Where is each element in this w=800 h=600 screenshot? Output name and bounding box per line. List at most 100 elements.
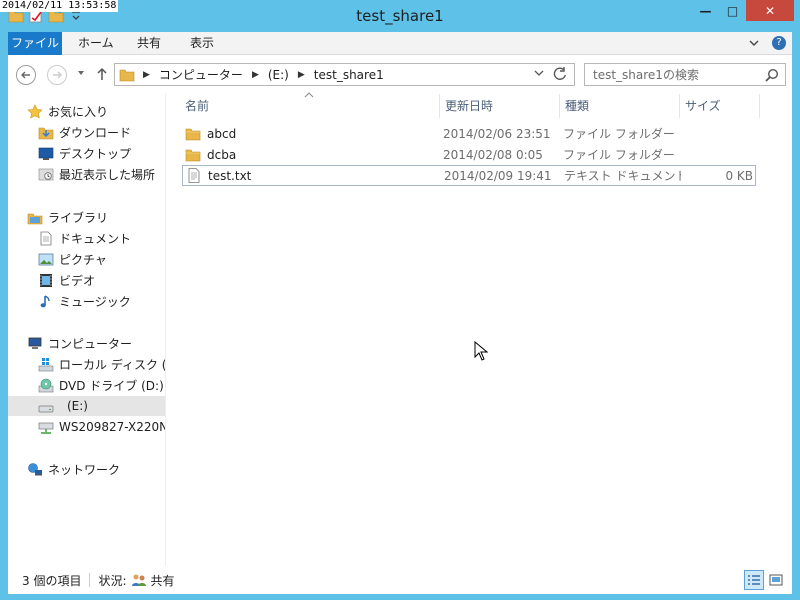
up-arrow-icon[interactable]	[96, 67, 108, 81]
view-switcher	[744, 570, 786, 590]
nav-label: ピクチャ	[59, 252, 107, 267]
nav-music[interactable]: ミュージック	[8, 291, 165, 311]
nav-pictures[interactable]: ピクチャ	[8, 249, 165, 269]
nav-network[interactable]: ネットワーク	[8, 459, 165, 479]
file-name: abcd	[207, 126, 237, 141]
explorer-body: お気に入り ダウンロード デスクトップ 最近表示した場所 ライブラリ ドキュメン…	[8, 92, 792, 566]
details-view-button[interactable]	[744, 570, 764, 590]
nav-documents[interactable]: ドキュメント	[8, 228, 165, 248]
breadcrumb-separator-icon[interactable]: ▶	[298, 70, 305, 80]
documents-icon	[40, 231, 52, 245]
videos-icon	[40, 273, 52, 287]
window-controls: — □ ✕	[692, 0, 794, 21]
nav-downloads[interactable]: ダウンロード	[8, 122, 165, 142]
folder-icon	[185, 149, 201, 162]
item-count: 3 個の項目	[22, 573, 82, 588]
windows-drive-icon	[38, 357, 54, 371]
nav-label: デスクトップ	[59, 146, 132, 161]
nav-label: ビデオ	[59, 273, 96, 288]
breadcrumb-separator-icon[interactable]: ▶	[252, 70, 259, 80]
file-type: テキスト ドキュメント	[564, 168, 681, 183]
status-divider	[89, 573, 91, 587]
forward-button[interactable]	[47, 65, 67, 85]
text-file-icon	[188, 168, 200, 183]
window-title: test_share1	[356, 7, 444, 25]
nav-dvd-drive-d[interactable]: DVD ドライブ (D:) H	[8, 375, 165, 395]
search-input[interactable]	[593, 64, 763, 85]
nav-videos[interactable]: ビデオ	[8, 270, 165, 290]
large-icons-view-icon	[769, 574, 783, 586]
ribbon-controls: ?	[748, 36, 786, 50]
expand-ribbon-icon[interactable]	[748, 37, 760, 49]
timestamp-overlay: 2014/02/11 13:53:58	[0, 0, 119, 12]
file-row[interactable]: dcba 2014/02/08 0:05 ファイル フォルダー	[182, 144, 756, 165]
nav-computer[interactable]: コンピューター	[8, 333, 165, 353]
back-arrow-icon	[21, 71, 30, 79]
details-view-icon	[748, 575, 760, 585]
tab-home[interactable]: ホーム	[78, 32, 114, 55]
title-bar: test_share1 — □ ✕	[0, 0, 800, 32]
nav-local-disk-c[interactable]: ローカル ディスク (C:)	[8, 354, 165, 374]
breadcrumb-e-drive[interactable]: (E:)	[268, 68, 289, 82]
column-header-size[interactable]: サイズ	[680, 94, 760, 118]
file-date: 2014/02/09 19:41	[444, 168, 552, 183]
nav-label: 最近表示した場所	[59, 167, 156, 182]
recent-places-icon	[38, 168, 54, 180]
breadcrumb-separator-icon[interactable]: ▶	[143, 70, 150, 80]
search-icon[interactable]	[765, 68, 779, 82]
file-row[interactable]: test.txt 2014/02/09 19:41 テキスト ドキュメント 0 …	[182, 165, 756, 186]
computer-icon	[28, 337, 42, 349]
file-name-cell: dcba	[182, 145, 440, 165]
nav-network-drive[interactable]: WS209827-X220N	[8, 417, 165, 437]
forward-arrow-icon	[53, 71, 62, 79]
mouse-cursor-icon	[474, 341, 488, 361]
tab-share[interactable]: 共有	[137, 32, 161, 55]
file-type: ファイル フォルダー	[563, 126, 675, 141]
navigation-pane: お気に入り ダウンロード デスクトップ 最近表示した場所 ライブラリ ドキュメン…	[8, 93, 166, 566]
ribbon-tabs: ファイル ホーム 共有 表示 ?	[8, 32, 792, 55]
nav-desktop[interactable]: デスクトップ	[8, 143, 165, 163]
star-icon	[27, 103, 43, 119]
state-label: 状況:	[98, 573, 127, 588]
large-icons-view-button[interactable]	[766, 570, 786, 590]
column-header-type[interactable]: 種類	[560, 94, 680, 118]
minimize-button[interactable]: —	[692, 0, 719, 21]
search-box	[584, 63, 786, 86]
nav-recent-places[interactable]: 最近表示した場所	[8, 164, 165, 184]
folder-icon	[119, 69, 135, 81]
file-size: 0 KB	[725, 168, 753, 183]
nav-label: (E:)	[67, 399, 88, 413]
nav-label: ネットワーク	[48, 462, 121, 477]
nav-favorites[interactable]: お気に入り	[8, 101, 165, 121]
users-icon	[131, 574, 146, 586]
maximize-button[interactable]: □	[719, 0, 746, 21]
breadcrumb-computer[interactable]: コンピューター	[159, 66, 243, 83]
close-button[interactable]: ✕	[746, 0, 794, 21]
column-header-date[interactable]: 更新日時	[440, 94, 560, 118]
back-button[interactable]	[16, 65, 36, 85]
address-bar[interactable]: ▶ コンピューター ▶ (E:) ▶ test_share1	[114, 63, 575, 86]
nav-libraries[interactable]: ライブラリ	[8, 207, 165, 227]
music-note-icon	[40, 294, 50, 307]
libraries-icon	[27, 213, 43, 224]
file-size	[680, 145, 754, 165]
nav-e-drive[interactable]: (E:)	[8, 396, 165, 416]
file-date: 2014/02/08 0:05	[443, 147, 543, 162]
refresh-icon[interactable]	[552, 66, 568, 82]
desktop-icon	[38, 147, 54, 160]
breadcrumb-current-folder[interactable]: test_share1	[314, 68, 384, 82]
tab-view[interactable]: 表示	[190, 32, 214, 55]
file-row[interactable]: abcd 2014/02/06 23:51 ファイル フォルダー	[182, 123, 756, 144]
state-value: 共有	[150, 573, 175, 588]
file-date: 2014/02/06 23:51	[443, 126, 551, 141]
navigation-bar: ▶ コンピューター ▶ (E:) ▶ test_share1	[8, 55, 792, 93]
file-size	[680, 124, 754, 144]
address-dropdown-icon[interactable]	[534, 68, 544, 78]
nav-label: ドキュメント	[59, 231, 132, 246]
column-header-name[interactable]: 名前	[180, 94, 440, 118]
nav-label: ダウンロード	[59, 125, 132, 140]
file-name: test.txt	[208, 168, 252, 183]
tab-file[interactable]: ファイル	[8, 32, 62, 55]
help-icon[interactable]: ?	[772, 36, 786, 50]
recent-locations-icon[interactable]	[76, 68, 86, 78]
